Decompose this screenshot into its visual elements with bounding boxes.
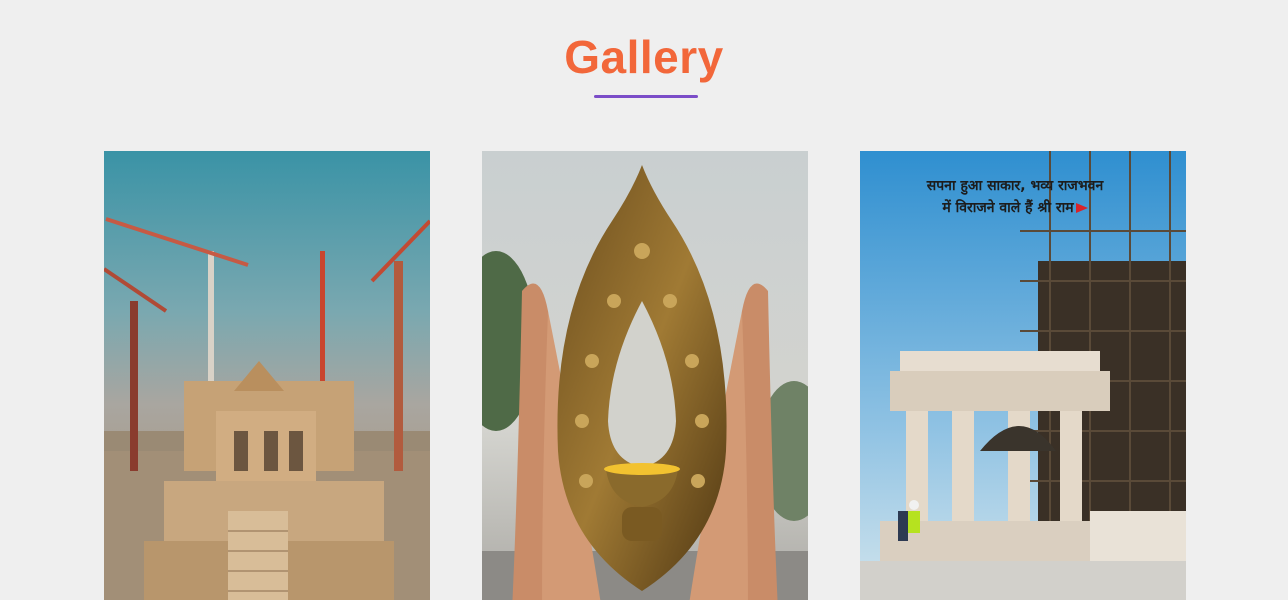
gallery-title: Gallery — [564, 31, 724, 83]
gallery-image-temple-construction[interactable] — [104, 151, 430, 600]
image-caption: सपना हुआ साकार, भव्य राजभवन में विराजने … — [890, 175, 1140, 219]
title-underline — [594, 95, 698, 98]
lamp-hands-photo — [482, 151, 808, 600]
flag-icon — [1075, 203, 1088, 213]
gallery-section: Gallery सपना हुआ साकार, भव्य राजभवन में … — [0, 0, 1288, 600]
caption-line-1: सपना हुआ साकार, भव्य राजभवन — [926, 178, 1104, 194]
caption-line-2: में विराजने वाले हैं श्री राम — [890, 197, 1140, 219]
gallery-image-temple-pillars[interactable]: सपना हुआ साकार, भव्य राजभवन में विराजने … — [860, 151, 1186, 600]
caption-line-2-text: में विराजने वाले हैं श्री राम — [942, 200, 1074, 216]
temple-construction-photo — [104, 151, 430, 600]
gallery-image-lamp-hands[interactable] — [482, 151, 808, 600]
